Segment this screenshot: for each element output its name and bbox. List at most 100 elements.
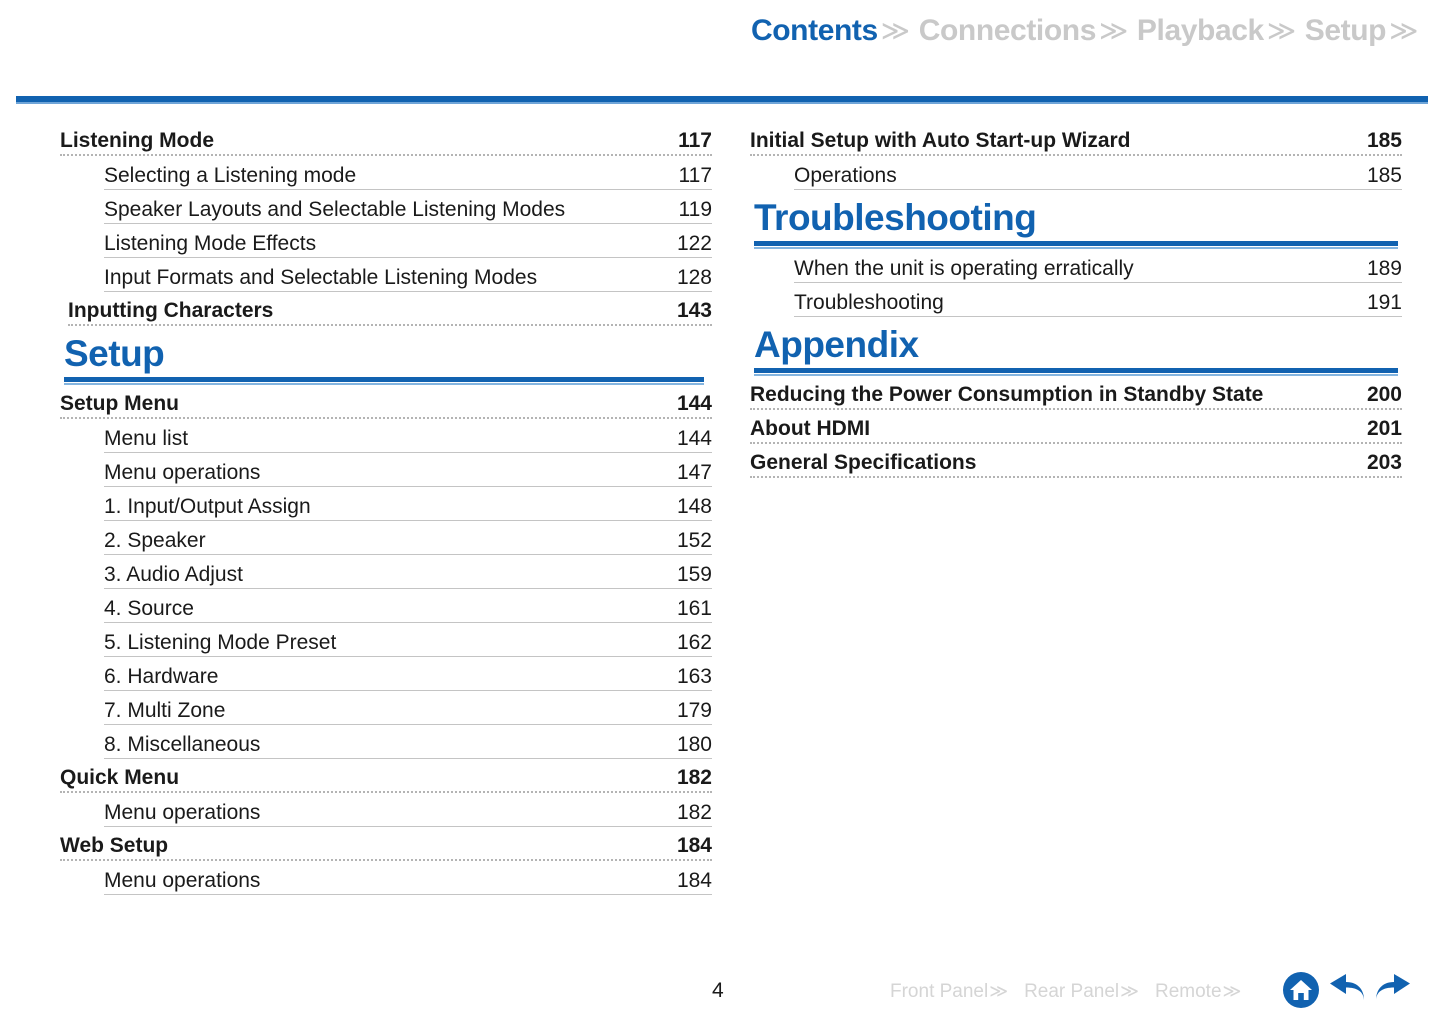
toc-entry[interactable]: General Specifications 203 <box>750 444 1402 478</box>
toc-entry-page: 117 <box>678 129 712 152</box>
toc-entry-page: 180 <box>676 733 712 756</box>
top-navigation-bar: Contents ≫ Connections ≫ Playback ≫ Setup ≫ <box>0 0 1445 62</box>
chevron-right-icon: ≫ <box>989 981 1009 1001</box>
toc-entry-title: Listening Mode <box>60 129 214 152</box>
toc-entry[interactable]: Selecting a Listening mode 117 <box>104 156 712 190</box>
toc-entry[interactable]: Quick Menu 182 <box>60 759 712 793</box>
toc-entry-page: 128 <box>676 266 712 289</box>
toc-entry-page: 119 <box>678 198 712 221</box>
toc-entry-page: 200 <box>1366 383 1402 406</box>
footer-link-label: Rear Panel <box>1024 981 1120 1002</box>
header-divider-thin <box>16 102 1428 104</box>
toc-column-right: Initial Setup with Auto Start-up Wizard 1… <box>742 122 1402 895</box>
toc-entry-page: 182 <box>676 766 712 789</box>
page-number: 4 <box>712 979 724 1002</box>
chevron-right-icon: ≫ <box>1222 981 1242 1001</box>
toc-entry[interactable]: 6. Hardware 163 <box>104 657 712 691</box>
toc-entry-title: Listening Mode Effects <box>104 232 317 255</box>
toc-entry[interactable]: About HDMI 201 <box>750 410 1402 444</box>
toc-entry-title: Menu list <box>104 427 189 450</box>
toc-entry-page: 179 <box>676 699 712 722</box>
footer-link-front-panel[interactable]: Front Panel ≫ <box>890 981 1008 1003</box>
home-icon[interactable] <box>1282 971 1320 1014</box>
toc-entry[interactable]: 7. Multi Zone 179 <box>104 691 712 725</box>
toc-entry[interactable]: 8. Miscellaneous 180 <box>104 725 712 759</box>
toc-entry[interactable]: Setup Menu 144 <box>60 385 712 419</box>
toc-entry-title: 4. Source <box>104 597 194 620</box>
toc-entry-title: Speaker Layouts and Selectable Listening… <box>104 198 566 221</box>
toc-entry[interactable]: Input Formats and Selectable Listening M… <box>104 258 712 292</box>
toc-column-left: Listening Mode 117 Selecting a Listening m… <box>52 122 712 895</box>
section-heading-label: Setup <box>64 333 165 374</box>
toc-entry-title: Menu operations <box>104 869 261 892</box>
toc-entry[interactable]: Listening Mode Effects 122 <box>104 224 712 258</box>
toc-entry[interactable]: Operations 185 <box>794 156 1402 190</box>
toc-entry-page: 203 <box>1366 451 1402 474</box>
toc-entry[interactable]: Listening Mode 117 <box>60 122 712 156</box>
toc-entry-title: 8. Miscellaneous <box>104 733 261 756</box>
toc-entry-page: 148 <box>676 495 712 518</box>
toc-entry[interactable]: 3. Audio Adjust 159 <box>104 555 712 589</box>
nav-tab-contents[interactable]: Contents ≫ <box>751 14 919 48</box>
toc-entry-title: 2. Speaker <box>104 529 206 552</box>
toc-entry[interactable]: Menu operations 184 <box>104 861 712 895</box>
toc-entry[interactable]: 5. Listening Mode Preset 162 <box>104 623 712 657</box>
toc-entry-page: 201 <box>1366 417 1402 440</box>
toc-entry-title: Menu operations <box>104 461 261 484</box>
toc-entry-title: 7. Multi Zone <box>104 699 226 722</box>
section-rule-thick <box>754 241 1398 246</box>
toc-entry-page: 161 <box>676 597 712 620</box>
toc-entry-title: 1. Input/Output Assign <box>104 495 311 518</box>
toc-entry-title: Setup Menu <box>60 392 179 415</box>
page-footer: 4 Front Panel ≫ Rear Panel ≫ Remote ≫ <box>0 969 1445 1015</box>
section-heading: Appendix <box>754 325 1402 376</box>
header-divider <box>16 96 1428 104</box>
toc-entry-page: 144 <box>676 392 712 415</box>
toc-entry[interactable]: Web Setup 184 <box>60 827 712 861</box>
section-heading-label: Appendix <box>754 324 919 365</box>
nav-tab-label: Connections <box>918 14 1097 47</box>
toc-entry[interactable]: 4. Source 161 <box>104 589 712 623</box>
footer-link-rear-panel[interactable]: Rear Panel ≫ <box>1024 981 1139 1003</box>
toc-entry[interactable]: Initial Setup with Auto Start-up Wizard 1… <box>750 122 1402 156</box>
nav-tab-label: Playback <box>1136 14 1264 47</box>
toc-entry[interactable]: Menu operations 147 <box>104 453 712 487</box>
toc-entry-title: About HDMI <box>750 417 871 440</box>
back-arrow-icon[interactable] <box>1324 971 1368 1014</box>
toc-entry-page: 159 <box>676 563 712 586</box>
forward-arrow-icon[interactable] <box>1372 971 1416 1014</box>
toc-entry-title: General Specifications <box>750 451 977 474</box>
toc-entry[interactable]: When the unit is operating erratically 18… <box>794 249 1402 283</box>
toc-entry[interactable]: 2. Speaker 152 <box>104 521 712 555</box>
toc-entry-page: 185 <box>1366 129 1402 152</box>
footer-link-group: Front Panel ≫ Rear Panel ≫ Remote ≫ <box>890 981 1257 1003</box>
nav-tab-playback[interactable]: Playback ≫ <box>1137 14 1305 48</box>
toc-entry-page: 117 <box>678 164 712 187</box>
toc-entry-page: 147 <box>676 461 712 484</box>
toc-entry-page: 184 <box>676 869 712 892</box>
toc-entry-title: Operations <box>794 164 897 187</box>
toc-entry[interactable]: 1. Input/Output Assign 148 <box>104 487 712 521</box>
toc-entry[interactable]: Menu operations 182 <box>104 793 712 827</box>
nav-tab-setup[interactable]: Setup ≫ <box>1305 14 1427 48</box>
footer-link-remote[interactable]: Remote ≫ <box>1155 981 1241 1003</box>
toc-entry[interactable]: Menu list 144 <box>104 419 712 453</box>
toc-entry-page: 122 <box>676 232 712 255</box>
toc-entry-page: 182 <box>676 801 712 824</box>
toc-entry-page: 162 <box>676 631 712 654</box>
nav-tab-label: Contents <box>750 14 878 47</box>
chevron-right-icon: ≫ <box>1266 15 1296 46</box>
footer-link-label: Remote <box>1154 981 1222 1002</box>
toc-entry[interactable]: Inputting Characters 143 <box>68 292 712 326</box>
toc-entry-title: Reducing the Power Consumption in Standb… <box>750 383 1264 406</box>
toc-entry-page: 184 <box>676 834 712 857</box>
nav-tab-label: Setup <box>1304 14 1387 47</box>
toc-entry[interactable]: Troubleshooting 191 <box>794 283 1402 317</box>
toc-entry[interactable]: Reducing the Power Consumption in Standb… <box>750 376 1402 410</box>
toc-entry-page: 144 <box>676 427 712 450</box>
section-rule-thick <box>64 377 704 382</box>
chevron-right-icon: ≫ <box>1120 981 1139 1001</box>
toc-entry[interactable]: Speaker Layouts and Selectable Listening… <box>104 190 712 224</box>
footer-icon-group <box>1282 971 1420 1014</box>
nav-tab-connections[interactable]: Connections ≫ <box>919 14 1137 48</box>
